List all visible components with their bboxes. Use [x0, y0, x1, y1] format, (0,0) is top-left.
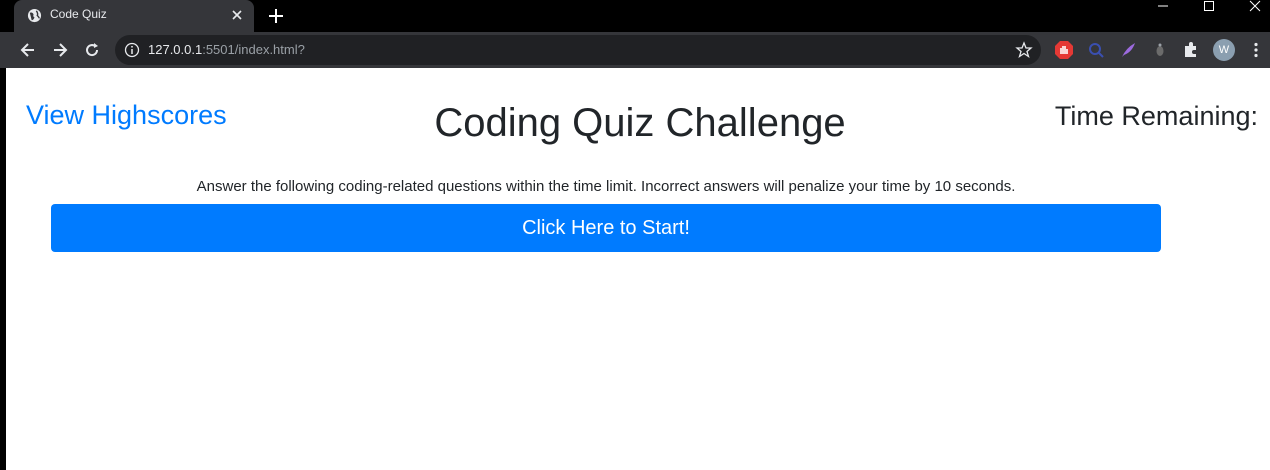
url-path: :5501/index.html?: [202, 42, 305, 57]
url-host: 127.0.0.1: [148, 42, 203, 57]
reload-icon[interactable]: [82, 40, 102, 60]
time-remaining-label: Time Remaining:: [1054, 101, 1258, 131]
url-text[interactable]: 127.0.0.1:5501/index.html?: [148, 42, 305, 57]
close-window-icon[interactable]: [1232, 0, 1270, 32]
feather-icon[interactable]: [1118, 40, 1138, 60]
browser-toolbar: 127.0.0.1:5501/index.html? W: [0, 32, 1270, 68]
extension-icon[interactable]: [1150, 40, 1170, 60]
avatar[interactable]: W: [1213, 39, 1235, 61]
puzzle-icon[interactable]: [1181, 40, 1201, 60]
browser-tab[interactable]: Code Quiz: [14, 0, 254, 32]
address-bar[interactable]: 127.0.0.1:5501/index.html?: [115, 35, 1041, 65]
close-icon[interactable]: [230, 8, 244, 22]
star-icon[interactable]: [1015, 41, 1033, 59]
forward-arrow-icon[interactable]: [50, 40, 70, 60]
kebab-menu-icon[interactable]: [1246, 40, 1266, 60]
minimize-icon[interactable]: [1140, 0, 1186, 32]
tab-strip: Code Quiz: [0, 0, 1270, 32]
globe-icon: [27, 8, 42, 23]
info-icon[interactable]: [124, 42, 140, 58]
plus-icon[interactable]: [266, 6, 286, 26]
extension-icon[interactable]: [1086, 40, 1106, 60]
adblock-icon[interactable]: [1054, 40, 1074, 60]
tab-title: Code Quiz: [50, 7, 107, 21]
back-arrow-icon[interactable]: [18, 40, 38, 60]
start-quiz-button[interactable]: Click Here to Start!: [51, 204, 1161, 252]
maximize-icon[interactable]: [1186, 0, 1232, 32]
instructions-text: Answer the following coding-related ques…: [196, 178, 1016, 195]
